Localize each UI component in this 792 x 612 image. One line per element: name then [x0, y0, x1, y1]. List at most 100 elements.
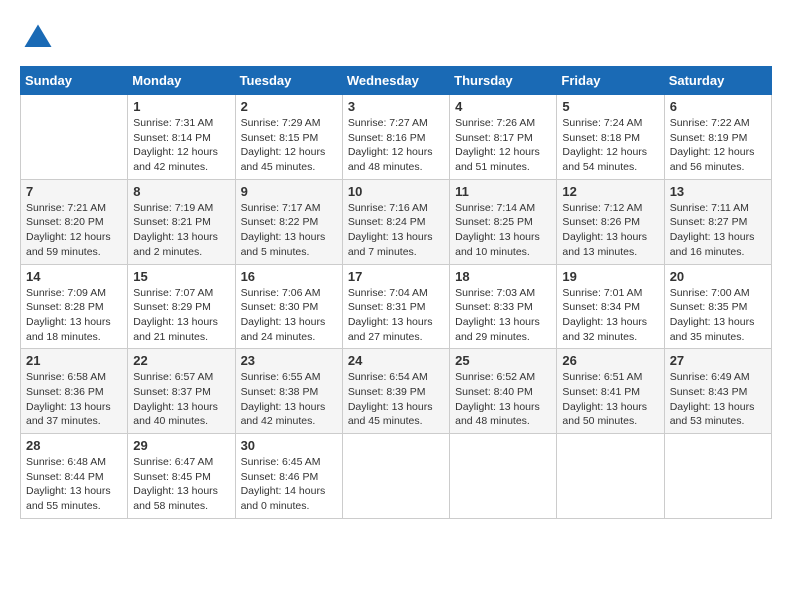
calendar-cell [664, 434, 771, 519]
cell-info: Sunrise: 7:00 AMSunset: 8:35 PMDaylight:… [670, 286, 766, 345]
day-number: 18 [455, 269, 551, 284]
calendar-cell: 23Sunrise: 6:55 AMSunset: 8:38 PMDayligh… [235, 349, 342, 434]
day-number: 4 [455, 99, 551, 114]
cell-info: Sunrise: 7:03 AMSunset: 8:33 PMDaylight:… [455, 286, 551, 345]
day-number: 7 [26, 184, 122, 199]
calendar-cell: 2 Sunrise: 7:29 AMSunset: 8:15 PMDaylight… [235, 95, 342, 180]
calendar-cell: 29 Sunrise: 6:47 AMSunset: 8:45 PMDayligh… [128, 434, 235, 519]
day-number: 20 [670, 269, 766, 284]
calendar-cell: 24Sunrise: 6:54 AMSunset: 8:39 PMDayligh… [342, 349, 449, 434]
cell-info: Sunrise: 7:24 AMSunset: 8:18 PMDaylight:… [562, 116, 658, 175]
cell-info: Sunrise: 7:07 AMSunset: 8:29 PMDaylight:… [133, 286, 229, 345]
calendar-week-row: 7 Sunrise: 7:21 AMSunset: 8:20 PMDaylight… [21, 179, 772, 264]
calendar-cell: 15 Sunrise: 7:07 AMSunset: 8:29 PMDayligh… [128, 264, 235, 349]
calendar-cell: 25 Sunrise: 6:52 AMSunset: 8:40 PMDayligh… [450, 349, 557, 434]
calendar-cell: 10Sunrise: 7:16 AMSunset: 8:24 PMDayligh… [342, 179, 449, 264]
cell-info: Sunrise: 6:51 AMSunset: 8:41 PMDaylight:… [562, 370, 658, 429]
calendar-cell: 1 Sunrise: 7:31 AMSunset: 8:14 PMDaylight… [128, 95, 235, 180]
cell-info: Sunrise: 7:27 AMSunset: 8:16 PMDaylight:… [348, 116, 444, 175]
weekday-header-monday: Monday [128, 67, 235, 95]
calendar-cell: 30Sunrise: 6:45 AMSunset: 8:46 PMDayligh… [235, 434, 342, 519]
day-number: 8 [133, 184, 229, 199]
day-number: 2 [241, 99, 337, 114]
calendar-cell: 22 Sunrise: 6:57 AMSunset: 8:37 PMDayligh… [128, 349, 235, 434]
cell-info: Sunrise: 6:49 AMSunset: 8:43 PMDaylight:… [670, 370, 766, 429]
calendar-cell: 17 Sunrise: 7:04 AMSunset: 8:31 PMDayligh… [342, 264, 449, 349]
logo [20, 20, 62, 56]
cell-info: Sunrise: 6:47 AMSunset: 8:45 PMDaylight:… [133, 455, 229, 514]
cell-info: Sunrise: 7:31 AMSunset: 8:14 PMDaylight:… [133, 116, 229, 175]
day-number: 25 [455, 353, 551, 368]
cell-info: Sunrise: 7:06 AMSunset: 8:30 PMDaylight:… [241, 286, 337, 345]
cell-info: Sunrise: 7:16 AMSunset: 8:24 PMDaylight:… [348, 201, 444, 260]
calendar-cell: 20 Sunrise: 7:00 AMSunset: 8:35 PMDayligh… [664, 264, 771, 349]
calendar-cell: 28 Sunrise: 6:48 AMSunset: 8:44 PMDayligh… [21, 434, 128, 519]
cell-info: Sunrise: 7:14 AMSunset: 8:25 PMDaylight:… [455, 201, 551, 260]
calendar-header: SundayMondayTuesdayWednesdayThursdayFrid… [21, 67, 772, 95]
day-number: 6 [670, 99, 766, 114]
day-number: 11 [455, 184, 551, 199]
calendar-cell: 18 Sunrise: 7:03 AMSunset: 8:33 PMDayligh… [450, 264, 557, 349]
cell-info: Sunrise: 7:09 AMSunset: 8:28 PMDaylight:… [26, 286, 122, 345]
cell-info: Sunrise: 7:29 AMSunset: 8:15 PMDaylight:… [241, 116, 337, 175]
day-number: 9 [241, 184, 337, 199]
calendar-cell: 12 Sunrise: 7:12 AMSunset: 8:26 PMDayligh… [557, 179, 664, 264]
calendar-body: 1 Sunrise: 7:31 AMSunset: 8:14 PMDaylight… [21, 95, 772, 519]
day-number: 30 [241, 438, 337, 453]
cell-info: Sunrise: 7:21 AMSunset: 8:20 PMDaylight:… [26, 201, 122, 260]
calendar-cell: 11 Sunrise: 7:14 AMSunset: 8:25 PMDayligh… [450, 179, 557, 264]
calendar-cell [21, 95, 128, 180]
cell-info: Sunrise: 6:57 AMSunset: 8:37 PMDaylight:… [133, 370, 229, 429]
day-number: 5 [562, 99, 658, 114]
calendar-week-row: 21Sunrise: 6:58 AMSunset: 8:36 PMDayligh… [21, 349, 772, 434]
calendar-cell [450, 434, 557, 519]
calendar-cell: 7 Sunrise: 7:21 AMSunset: 8:20 PMDaylight… [21, 179, 128, 264]
calendar-cell [342, 434, 449, 519]
cell-info: Sunrise: 7:22 AMSunset: 8:19 PMDaylight:… [670, 116, 766, 175]
weekday-header-thursday: Thursday [450, 67, 557, 95]
day-number: 12 [562, 184, 658, 199]
cell-info: Sunrise: 7:12 AMSunset: 8:26 PMDaylight:… [562, 201, 658, 260]
day-number: 17 [348, 269, 444, 284]
day-number: 3 [348, 99, 444, 114]
day-number: 29 [133, 438, 229, 453]
day-number: 16 [241, 269, 337, 284]
calendar-cell: 14 Sunrise: 7:09 AMSunset: 8:28 PMDayligh… [21, 264, 128, 349]
weekday-header-friday: Friday [557, 67, 664, 95]
weekday-header-row: SundayMondayTuesdayWednesdayThursdayFrid… [21, 67, 772, 95]
calendar-cell: 16 Sunrise: 7:06 AMSunset: 8:30 PMDayligh… [235, 264, 342, 349]
calendar-cell: 19 Sunrise: 7:01 AMSunset: 8:34 PMDayligh… [557, 264, 664, 349]
cell-info: Sunrise: 6:58 AMSunset: 8:36 PMDaylight:… [26, 370, 122, 429]
day-number: 1 [133, 99, 229, 114]
calendar-week-row: 28 Sunrise: 6:48 AMSunset: 8:44 PMDayligh… [21, 434, 772, 519]
cell-info: Sunrise: 6:52 AMSunset: 8:40 PMDaylight:… [455, 370, 551, 429]
calendar-cell: 21Sunrise: 6:58 AMSunset: 8:36 PMDayligh… [21, 349, 128, 434]
day-number: 22 [133, 353, 229, 368]
calendar-cell: 9Sunrise: 7:17 AMSunset: 8:22 PMDaylight… [235, 179, 342, 264]
page-header [20, 20, 772, 56]
day-number: 23 [241, 353, 337, 368]
weekday-header-wednesday: Wednesday [342, 67, 449, 95]
weekday-header-sunday: Sunday [21, 67, 128, 95]
day-number: 15 [133, 269, 229, 284]
calendar-cell: 13 Sunrise: 7:11 AMSunset: 8:27 PMDayligh… [664, 179, 771, 264]
calendar-cell: 27Sunrise: 6:49 AMSunset: 8:43 PMDayligh… [664, 349, 771, 434]
cell-info: Sunrise: 7:04 AMSunset: 8:31 PMDaylight:… [348, 286, 444, 345]
calendar-table: SundayMondayTuesdayWednesdayThursdayFrid… [20, 66, 772, 519]
day-number: 14 [26, 269, 122, 284]
calendar-cell: 8 Sunrise: 7:19 AMSunset: 8:21 PMDaylight… [128, 179, 235, 264]
calendar-week-row: 14 Sunrise: 7:09 AMSunset: 8:28 PMDayligh… [21, 264, 772, 349]
day-number: 13 [670, 184, 766, 199]
calendar-cell: 5 Sunrise: 7:24 AMSunset: 8:18 PMDaylight… [557, 95, 664, 180]
day-number: 19 [562, 269, 658, 284]
calendar-cell: 4Sunrise: 7:26 AMSunset: 8:17 PMDaylight… [450, 95, 557, 180]
general-blue-logo-icon [20, 20, 56, 56]
calendar-cell: 26 Sunrise: 6:51 AMSunset: 8:41 PMDayligh… [557, 349, 664, 434]
cell-info: Sunrise: 7:01 AMSunset: 8:34 PMDaylight:… [562, 286, 658, 345]
day-number: 28 [26, 438, 122, 453]
calendar-cell [557, 434, 664, 519]
day-number: 26 [562, 353, 658, 368]
cell-info: Sunrise: 6:48 AMSunset: 8:44 PMDaylight:… [26, 455, 122, 514]
cell-info: Sunrise: 7:19 AMSunset: 8:21 PMDaylight:… [133, 201, 229, 260]
cell-info: Sunrise: 7:11 AMSunset: 8:27 PMDaylight:… [670, 201, 766, 260]
